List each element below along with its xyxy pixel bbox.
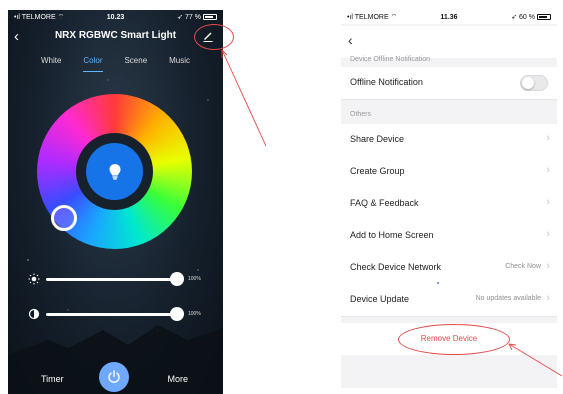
page-title: NRX RGBWC Smart Light [54,30,177,41]
battery-icon [537,14,551,20]
bulb-icon [109,163,120,180]
chevron-right-icon: › [546,196,550,208]
chevron-right-icon: › [546,260,550,272]
list-item-device-update[interactable]: Device Update No updates available › [341,284,557,317]
current-color-swatch [86,143,143,200]
light-control-screen: •ıl TELMORE ⌔ 10.23 ➶ 77 % ‹ NRX RGBWC S… [8,10,223,394]
brightness-track[interactable] [46,278,178,281]
annotation-circle-edit [194,24,234,50]
header: ‹ [341,26,557,58]
status-bar: •ıl TELMORE ⌔ 10.23 ➶ 77 % [8,10,223,24]
power-icon [108,370,120,383]
back-icon[interactable]: ‹ [348,32,353,48]
device-settings-screen: •ıl TELMORE ⌔ 11.36 ➶ 60 % ‹ Device Offl… [341,10,557,388]
offline-notification-toggle[interactable] [520,75,548,91]
contrast-knob[interactable] [170,307,184,321]
list-item-label: Share Device [350,134,405,144]
list-item-label: Check Device Network [350,262,442,272]
list-item-label: Device Update [350,294,410,304]
power-button[interactable] [99,362,129,392]
sun-icon [28,273,40,285]
chevron-right-icon: › [546,228,550,240]
chevron-right-icon: › [546,292,550,304]
timer-button[interactable]: Timer [41,374,64,384]
tab-color[interactable]: Color [83,56,103,72]
list-item-create-group[interactable]: Create Group › [341,156,557,189]
offline-notification-label: Offline Notification [350,77,423,87]
chevron-right-icon: › [546,164,550,176]
battery-indicator: ➶ 60 % [511,13,551,21]
annotation-arrow-edit [221,49,267,147]
contrast-slider[interactable]: 100% [28,307,218,322]
update-status: No updates available [475,295,541,302]
status-bar: •ıl TELMORE ⌔ 11.36 ➶ 60 % [341,10,557,24]
bottom-bar: Timer More [8,358,223,394]
chevron-right-icon: › [546,132,550,144]
contrast-track[interactable] [46,313,178,316]
tab-white[interactable]: White [41,56,61,72]
list-item-label: Create Group [350,166,405,176]
list-item-label: FAQ & Feedback [350,198,419,208]
section-title-others: Others [350,111,372,118]
tab-music[interactable]: Music [169,56,190,72]
contrast-value: 100% [188,311,201,317]
list-item-add-to-home-screen[interactable]: Add to Home Screen › [341,220,557,253]
color-picker-handle[interactable] [51,205,77,231]
brightness-value: 100% [188,276,201,282]
battery-icon [203,14,217,20]
tab-scene[interactable]: Scene [124,56,147,72]
list-item-share-device[interactable]: Share Device › [341,124,557,157]
check-now-link[interactable]: Check Now [505,263,541,270]
offline-notification-row: Offline Notification [341,67,557,100]
mode-tabs: White Color Scene Music [8,56,223,72]
list-item-faq-feedback[interactable]: FAQ & Feedback › [341,188,557,221]
more-button[interactable]: More [167,374,188,384]
brightness-slider[interactable]: 100% [28,272,218,287]
annotation-circle-remove [398,324,510,355]
contrast-icon [28,308,40,320]
section-title-offline: Device Offline Notification [350,56,431,63]
header: ‹ NRX RGBWC Smart Light [8,26,223,48]
battery-indicator: ➶ 77 % [177,13,217,21]
brightness-knob[interactable] [170,272,184,286]
list-item-label: Add to Home Screen [350,230,434,240]
color-wheel[interactable] [37,94,192,249]
network-indicator-dot [437,282,439,284]
list-item-check-device-network[interactable]: Check Device Network Check Now › [341,252,557,285]
